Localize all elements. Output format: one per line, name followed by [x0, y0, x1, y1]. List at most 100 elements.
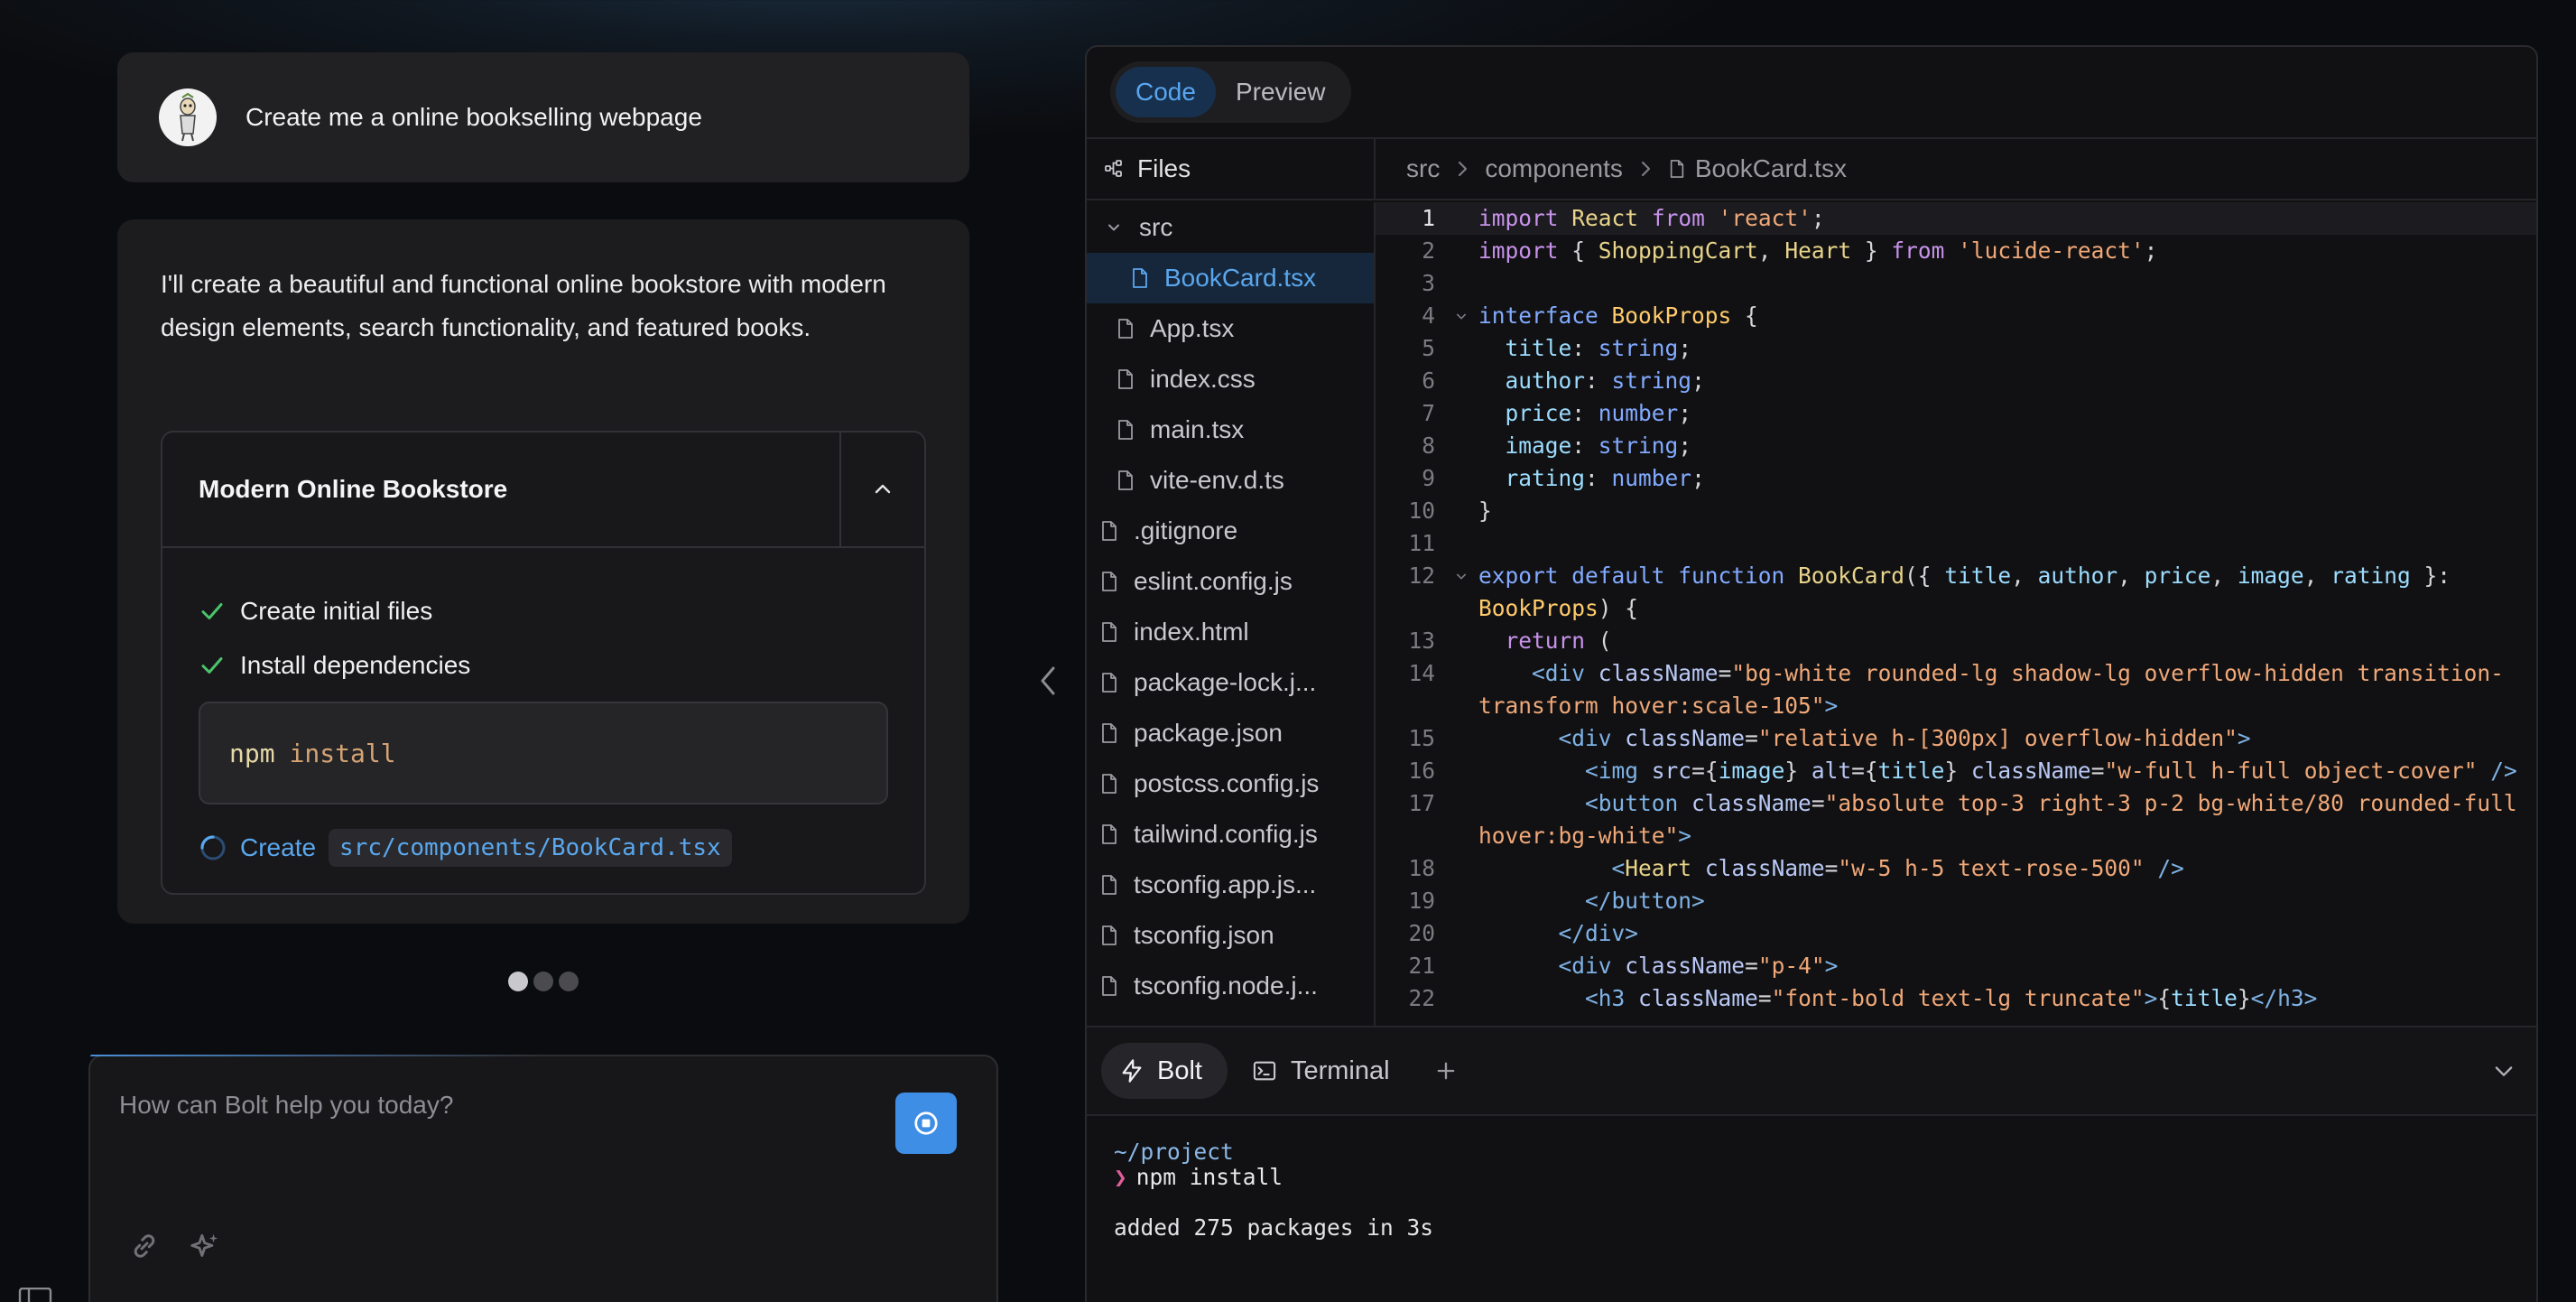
code-line: 16 <img src={image} alt={title} classNam…	[1408, 758, 2517, 784]
tab-bolt[interactable]: Bolt	[1101, 1043, 1228, 1099]
chevron-right-icon	[1454, 159, 1470, 179]
tab-code[interactable]: Code	[1116, 67, 1216, 117]
tree-file-package-json[interactable]: package.json	[1087, 708, 1374, 758]
collapse-chat-button[interactable]	[1036, 663, 1060, 703]
assistant-message-text: I'll create a beautiful and functional o…	[161, 270, 886, 341]
breadcrumb-item[interactable]: components	[1485, 154, 1623, 183]
step-label: Create initial files	[240, 597, 433, 625]
code-line: 18 <Heart className="w-5 h-5 text-rose-5…	[1408, 855, 2184, 881]
command-keyword: npm	[229, 738, 275, 768]
terminal-prompt-symbol: ❯	[1114, 1164, 1127, 1190]
tree-file-index-html[interactable]: index.html	[1087, 607, 1374, 657]
breadcrumb-item[interactable]: src	[1406, 154, 1440, 183]
chevron-left-icon	[1041, 666, 1055, 695]
code-line: 1 import React from 'react';	[1376, 202, 2536, 235]
code-line: 2 import { ShoppingCart, Heart } from 'lu…	[1422, 237, 2158, 264]
file-icon	[1099, 874, 1126, 896]
tree-item-label: postcss.config.js	[1134, 769, 1320, 797]
tree-item-label: vite-env.d.ts	[1150, 466, 1284, 494]
terminal-cwd: ~/project	[1114, 1139, 1234, 1165]
step-item-active: Create src/components/BookCard.tsx	[199, 821, 888, 875]
tree-file-tailwind[interactable]: tailwind.config.js	[1087, 809, 1374, 860]
file-icon	[1099, 975, 1126, 997]
tree-file-tsconfig-app[interactable]: tsconfig.app.js...	[1087, 860, 1374, 910]
carousel-dot[interactable]	[533, 972, 553, 991]
code-line: 13 return (	[1408, 628, 1612, 654]
code-line: 22 <h3 className="font-bold text-lg trun…	[1408, 985, 2318, 1011]
bolt-icon	[1119, 1057, 1144, 1084]
step-item: Create initial files	[199, 584, 888, 638]
tree-file-app[interactable]: App.tsx	[1087, 303, 1374, 354]
tree-file-package-lock[interactable]: package-lock.j...	[1087, 657, 1374, 708]
sidebar-toggle-button[interactable]	[18, 1287, 54, 1302]
chevron-down-icon	[1105, 219, 1132, 237]
user-message-text: Create me a online bookselling webpage	[246, 103, 702, 131]
tree-item-label: eslint.config.js	[1134, 567, 1293, 595]
carousel-dot[interactable]	[508, 972, 528, 991]
terminal-output-text: added 275 packages in 3s	[1114, 1214, 1434, 1241]
file-icon	[1668, 158, 1686, 180]
tree-file-index-css[interactable]: index.css	[1087, 354, 1374, 405]
artifact-title[interactable]: Modern Online Bookstore	[162, 432, 839, 546]
terminal-tab-bar: Bolt Terminal	[1087, 1026, 2536, 1116]
link-icon	[134, 1234, 155, 1258]
code-line: 21 <div className="p-4">	[1408, 953, 1839, 979]
code-line: 6 author: string;	[1422, 367, 1705, 394]
tree-file-vite-env[interactable]: vite-env.d.ts	[1087, 455, 1374, 506]
tree-file-eslint[interactable]: eslint.config.js	[1087, 556, 1374, 607]
step-file-path[interactable]: src/components/BookCard.tsx	[329, 829, 732, 867]
tree-file-bookcard[interactable]: BookCard.tsx	[1087, 253, 1374, 303]
tree-file-tsconfig[interactable]: tsconfig.json	[1087, 910, 1374, 961]
files-label: Files	[1137, 154, 1191, 182]
command-argument: install	[289, 738, 396, 768]
prompt-box	[88, 1055, 998, 1302]
tree-file-main[interactable]: main.tsx	[1087, 405, 1374, 455]
terminal-output[interactable]: ~/project ❯ npm install added 275 package…	[1114, 1139, 1433, 1241]
tree-item-label: main.tsx	[1150, 415, 1245, 443]
artifact-header[interactable]: Modern Online Bookstore	[162, 432, 924, 548]
code-line: 10}	[1408, 498, 1492, 524]
enhance-prompt-button[interactable]	[188, 1230, 222, 1269]
check-icon	[199, 652, 229, 679]
code-editor[interactable]: 1 import React from 'react'; 2 import { Sh…	[1376, 202, 2536, 1069]
new-terminal-button[interactable]	[1433, 1058, 1459, 1083]
artifact-collapse-button[interactable]	[839, 432, 924, 546]
artifact-steps: Create initial files Install dependencie…	[162, 548, 924, 875]
attach-link-button[interactable]	[128, 1230, 161, 1269]
code-line: 9 rating: number;	[1422, 465, 1705, 491]
tab-label: Bolt	[1157, 1056, 1202, 1085]
carousel-dot[interactable]	[559, 972, 579, 991]
tree-file-gitignore[interactable]: .gitignore	[1087, 506, 1374, 556]
tree-item-label: tsconfig.app.js...	[1134, 870, 1317, 898]
tree-item-label: index.html	[1134, 618, 1249, 646]
code-line: 15 <div className="relative h-[300px] ov…	[1408, 725, 2251, 751]
file-icon	[1099, 672, 1126, 693]
tree-file-postcss[interactable]: postcss.config.js	[1087, 758, 1374, 809]
file-icon	[1116, 368, 1143, 390]
tab-terminal[interactable]: Terminal	[1233, 1043, 1415, 1099]
workbench: Code Preview Files src BookCard.tsx App.…	[1085, 45, 2538, 1302]
tree-item-label: index.css	[1150, 365, 1256, 393]
fold-chevron-icon[interactable]	[1444, 300, 1478, 332]
tree-item-label: tailwind.config.js	[1134, 820, 1318, 848]
assistant-message: I'll create a beautiful and functional o…	[117, 219, 969, 924]
stop-button[interactable]	[895, 1093, 957, 1154]
tree-file-tsconfig-node[interactable]: tsconfig.node.j...	[1087, 961, 1374, 1011]
prompt-input[interactable]	[119, 1091, 841, 1120]
code-line: 14 <div className="bg-white rounded-lg s…	[1408, 660, 2504, 686]
fold-chevron-icon[interactable]	[1444, 560, 1478, 592]
tab-preview[interactable]: Preview	[1216, 67, 1346, 117]
terminal-command-line: ❯ npm install	[1114, 1165, 1433, 1190]
user-message: Create me a online bookselling webpage	[117, 52, 969, 182]
user-avatar	[159, 88, 217, 146]
check-icon	[199, 598, 229, 625]
tab-label: Terminal	[1290, 1056, 1390, 1085]
collapse-terminal-button[interactable]	[2491, 1058, 2516, 1088]
tree-item-label: tsconfig.node.j...	[1134, 972, 1318, 1000]
breadcrumb-item-current[interactable]: BookCard.tsx	[1695, 154, 1847, 183]
chevron-down-icon	[2495, 1066, 2513, 1076]
code-line: 12 export default function BookCard({ tit…	[1376, 560, 2536, 592]
step-label: Install dependencies	[240, 651, 471, 679]
plus-icon	[1437, 1062, 1454, 1080]
tree-folder-src[interactable]: src	[1087, 202, 1374, 253]
